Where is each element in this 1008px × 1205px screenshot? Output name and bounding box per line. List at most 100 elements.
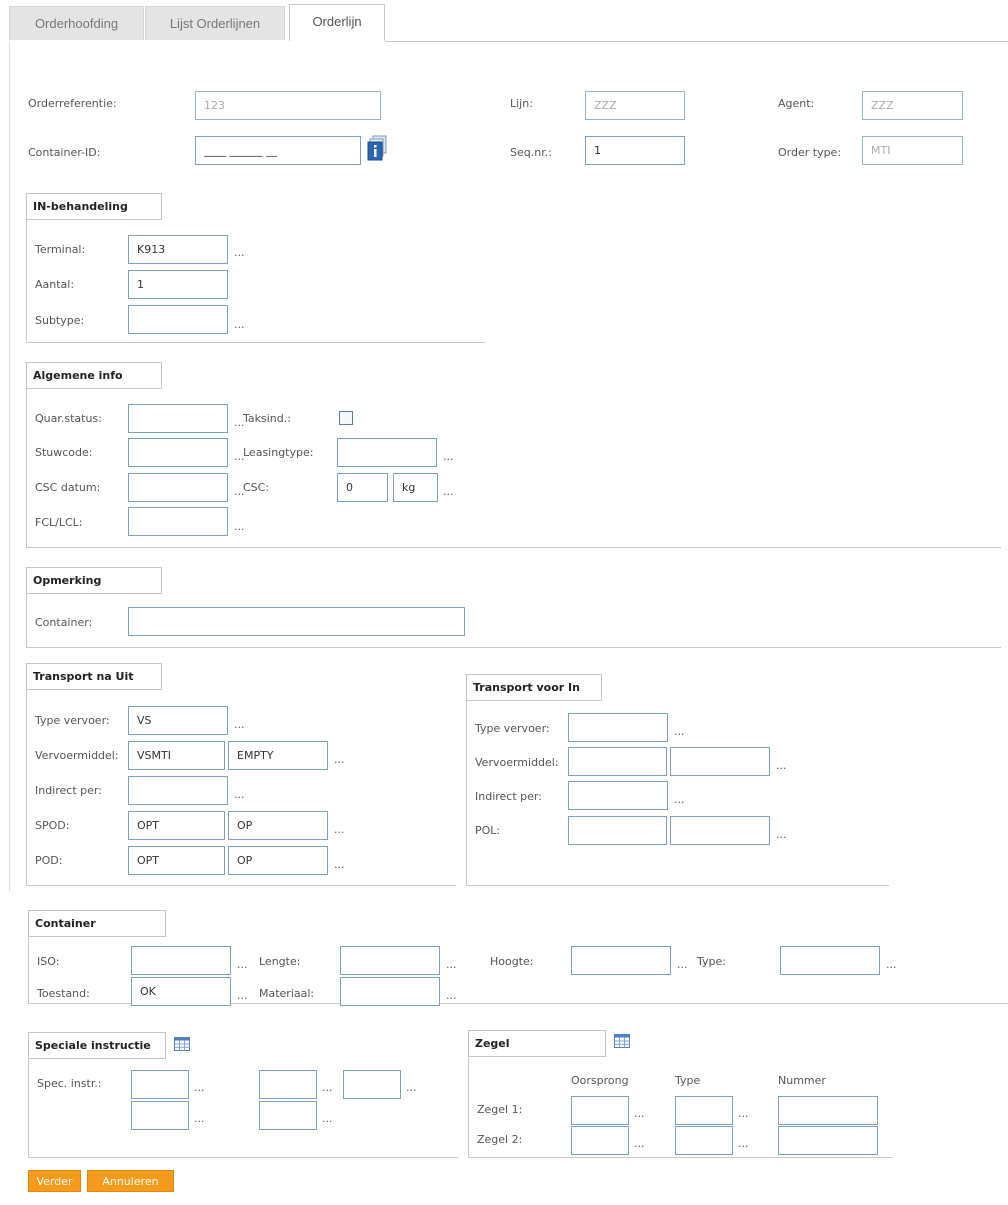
spec-instr-lookup-2[interactable]: ... [322, 1081, 333, 1094]
spod-input-2[interactable] [228, 811, 328, 840]
na-uit-vervoermiddel-lookup[interactable]: ... [334, 753, 345, 766]
orderref-input[interactable] [195, 91, 381, 120]
voor-in-vervoermiddel-lookup[interactable]: ... [776, 759, 787, 772]
spec-instr-lookup-4[interactable]: ... [194, 1112, 205, 1125]
zegel2-type-lookup[interactable]: ... [738, 1137, 749, 1150]
type-input[interactable] [780, 946, 880, 975]
spec-instr-input-5[interactable] [259, 1101, 317, 1130]
voor-in-indirect-lookup[interactable]: ... [674, 793, 685, 806]
info-icon[interactable] [367, 135, 389, 161]
zegel2-oorsprong-lookup[interactable]: ... [634, 1137, 645, 1150]
speciale-instructie-title: Speciale instructie [28, 1032, 166, 1059]
voor-in-type-lookup[interactable]: ... [674, 725, 685, 738]
subtype-label: Subtype: [35, 314, 85, 327]
fcl-lcl-input[interactable] [128, 507, 228, 536]
pod-lookup[interactable]: ... [334, 858, 345, 871]
lijn-input[interactable] [585, 91, 685, 120]
zegel2-oorsprong-input[interactable] [571, 1126, 629, 1155]
voor-in-vervoermiddel-input-1[interactable] [568, 747, 667, 776]
in-behandeling-title: IN-behandeling [26, 193, 162, 220]
ordertype-input[interactable] [862, 136, 963, 165]
zegel1-oorsprong-lookup[interactable]: ... [634, 1107, 645, 1120]
voor-in-vervoermiddel-input-2[interactable] [670, 747, 770, 776]
lengte-lookup[interactable]: ... [446, 958, 457, 971]
taksind-label: Taksind.: [243, 412, 291, 425]
materiaal-input[interactable] [340, 977, 440, 1006]
spec-instr-input-1[interactable] [131, 1070, 189, 1099]
hoogte-input[interactable] [571, 946, 671, 975]
zegel2-type-input[interactable] [675, 1126, 733, 1155]
pol-input-2[interactable] [670, 816, 770, 845]
verder-button[interactable]: Verder [28, 1170, 81, 1192]
fcl-lcl-lookup[interactable]: ... [234, 520, 245, 533]
na-uit-vervoermiddel-input-2[interactable] [228, 741, 328, 770]
seqnr-input[interactable] [585, 136, 685, 165]
hoogte-lookup[interactable]: ... [677, 958, 688, 971]
leasingtype-input[interactable] [337, 438, 437, 467]
csc-unit-input[interactable] [393, 473, 438, 502]
content-left-border [9, 41, 10, 891]
na-uit-indirect-input[interactable] [128, 776, 228, 805]
terminal-input[interactable] [128, 235, 228, 264]
lengte-label: Lengte: [259, 955, 301, 968]
zegel1-type-input[interactable] [675, 1096, 733, 1125]
subtype-lookup[interactable]: ... [234, 318, 245, 331]
materiaal-lookup[interactable]: ... [446, 989, 457, 1002]
pol-lookup[interactable]: ... [776, 828, 787, 841]
tab-orderhoofding[interactable]: Orderhoofding [9, 6, 144, 40]
spec-instr-input-2[interactable] [259, 1070, 317, 1099]
voor-in-indirect-input[interactable] [568, 781, 668, 810]
ordertype-label: Order type: [778, 146, 842, 159]
pol-input-1[interactable] [568, 816, 667, 845]
subtype-input[interactable] [128, 305, 228, 334]
type-lookup[interactable]: ... [886, 958, 897, 971]
spod-input-1[interactable] [128, 811, 225, 840]
stuwcode-input[interactable] [128, 438, 228, 467]
lengte-input[interactable] [340, 946, 440, 975]
spec-instr-lookup-3[interactable]: ... [406, 1081, 417, 1094]
csc-input[interactable] [337, 473, 388, 502]
spec-instr-input-4[interactable] [131, 1101, 189, 1130]
iso-lookup[interactable]: ... [237, 958, 248, 971]
container-id-label: Container-ID: [28, 146, 101, 159]
spod-lookup[interactable]: ... [334, 823, 345, 836]
iso-input[interactable] [131, 946, 231, 975]
na-uit-indirect-lookup[interactable]: ... [234, 788, 245, 801]
agent-label: Agent: [778, 97, 815, 110]
toestand-input[interactable] [131, 977, 231, 1006]
opmerking-container-input[interactable] [128, 607, 465, 636]
spec-instr-lookup-5[interactable]: ... [322, 1112, 333, 1125]
materiaal-label: Materiaal: [259, 987, 315, 1000]
aantal-input[interactable] [128, 270, 228, 299]
spec-instr-lookup-1[interactable]: ... [194, 1081, 205, 1094]
zegel2-nummer-input[interactable] [778, 1126, 878, 1155]
container-id-input[interactable] [195, 136, 361, 165]
zegel1-oorsprong-input[interactable] [571, 1096, 629, 1125]
zegel-title: Zegel [468, 1030, 606, 1057]
orderref-label: Orderreferentie: [28, 97, 117, 110]
csc-datum-input[interactable] [128, 473, 228, 502]
table-icon[interactable] [174, 1037, 190, 1051]
tab-lijst-orderlijnen[interactable]: Lijst Orderlijnen [145, 6, 285, 40]
terminal-lookup[interactable]: ... [234, 246, 245, 259]
na-uit-vervoermiddel-input-1[interactable] [128, 741, 225, 770]
tab-orderlijn[interactable]: Orderlijn [289, 4, 385, 41]
pod-input-2[interactable] [228, 846, 328, 875]
annuleren-button[interactable]: Annuleren [87, 1170, 174, 1192]
table-icon[interactable] [614, 1034, 630, 1048]
taksind-checkbox[interactable] [339, 411, 353, 425]
zegel1-nummer-input[interactable] [778, 1096, 878, 1125]
spec-instr-input-3[interactable] [343, 1070, 401, 1099]
terminal-label: Terminal: [35, 243, 86, 256]
csc-lookup[interactable]: ... [443, 485, 454, 498]
zegel1-type-lookup[interactable]: ... [738, 1107, 749, 1120]
na-uit-type-input[interactable] [128, 706, 228, 735]
na-uit-type-lookup[interactable]: ... [234, 718, 245, 731]
toestand-lookup[interactable]: ... [237, 989, 248, 1002]
quar-status-input[interactable] [128, 404, 228, 433]
leasingtype-lookup[interactable]: ... [443, 450, 454, 463]
voor-in-type-input[interactable] [568, 713, 668, 742]
pod-input-1[interactable] [128, 846, 225, 875]
agent-input[interactable] [862, 91, 963, 120]
leasingtype-label: Leasingtype: [243, 446, 314, 459]
